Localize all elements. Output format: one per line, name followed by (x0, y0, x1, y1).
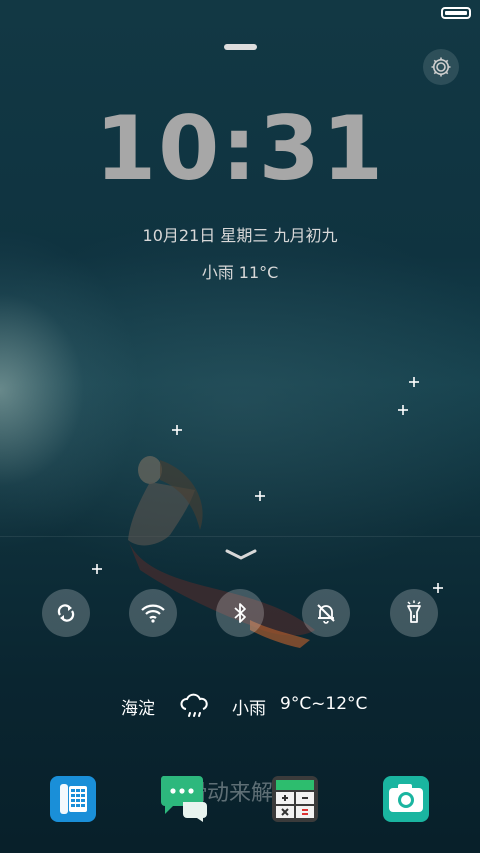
flashlight-icon (407, 600, 421, 623)
lockscreen-clock: 10:31 (94, 97, 386, 200)
bell-off-icon (317, 604, 335, 624)
battery-icon (441, 7, 471, 19)
bluetooth-icon (234, 603, 246, 623)
sync-icon (57, 604, 75, 622)
wallpaper-star (172, 425, 182, 435)
notification-pull-handle[interactable] (224, 44, 257, 50)
wallpaper-star (398, 405, 408, 415)
calculator-app-shortcut[interactable] (272, 776, 318, 822)
chevron-down-icon[interactable] (224, 548, 258, 562)
rain-cloud-icon (180, 693, 208, 717)
silent-toggle[interactable] (302, 589, 350, 637)
calculator-icon (272, 776, 318, 822)
messages-app-shortcut[interactable] (159, 772, 209, 824)
wifi-icon (141, 604, 165, 623)
phone-dialpad-icon (60, 784, 87, 814)
quick-toggles-bar (0, 589, 480, 637)
camera-icon (389, 784, 423, 812)
gear-icon (431, 57, 451, 77)
weather-city: 海淀 (121, 699, 155, 719)
lockscreen-date: 10月21日 星期三 九月初九 (142, 226, 338, 245)
message-bubbles-icon (160, 776, 207, 822)
flashlight-toggle[interactable] (390, 589, 438, 637)
wallpaper-star (409, 377, 419, 387)
sync-toggle[interactable] (42, 589, 90, 637)
weather-widget[interactable]: 海淀 小雨 9°C~12°C (0, 693, 480, 722)
wifi-toggle[interactable] (129, 589, 177, 637)
weather-temp-range: 9°C~12°C (280, 694, 368, 714)
phone-app-shortcut[interactable] (50, 776, 96, 822)
weather-condition: 小雨 (232, 699, 266, 719)
bluetooth-toggle[interactable] (216, 589, 264, 637)
settings-button[interactable] (423, 49, 459, 85)
lockscreen-weather: 小雨 11°C (201, 263, 279, 282)
camera-app-shortcut[interactable] (383, 776, 429, 822)
